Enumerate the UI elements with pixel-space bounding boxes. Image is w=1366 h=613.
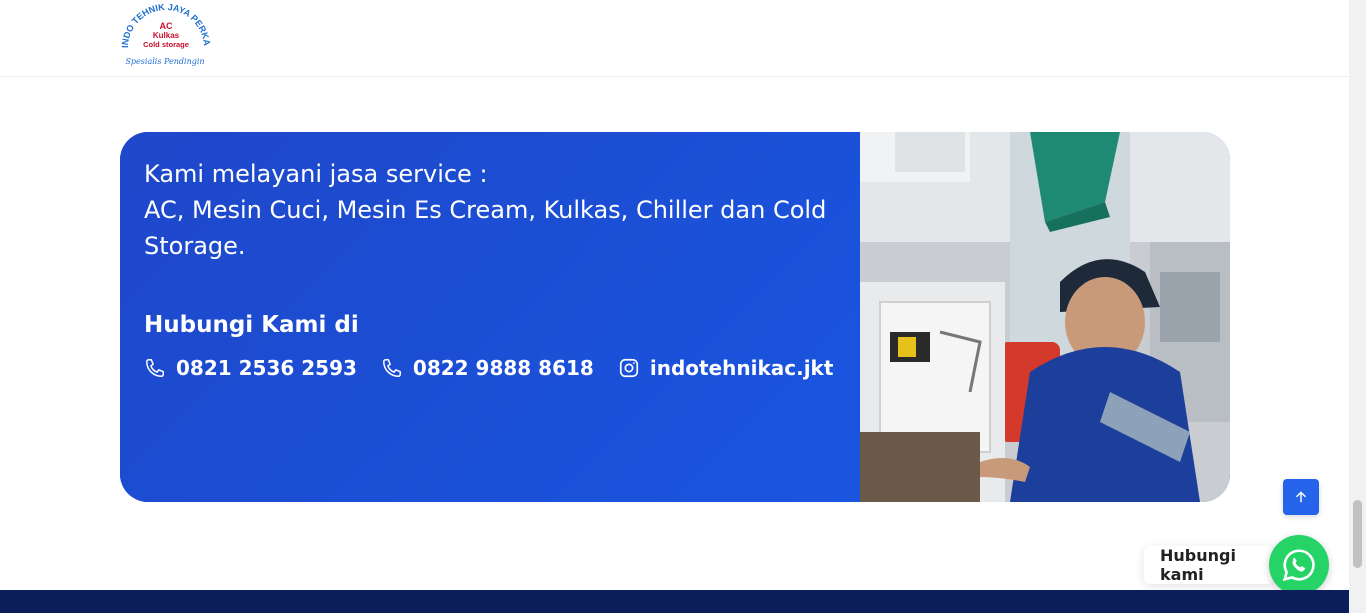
whatsapp-icon	[1282, 549, 1315, 582]
phone-icon	[382, 359, 401, 377]
whatsapp-chat-button[interactable]	[1269, 535, 1329, 595]
contact-instagram-text: indotehnikac.jkt	[649, 356, 834, 380]
logo-tagline: Spesialis Pendingin	[125, 57, 204, 66]
arrow-up-icon	[1296, 491, 1306, 503]
logo-line-ac: AC	[160, 21, 173, 31]
logo-line-kulkas: Kulkas	[153, 31, 180, 40]
phone-icon	[146, 359, 164, 377]
service-banner-text-panel: Kami melayani jasa service : AC, Mesin C…	[120, 132, 860, 502]
whatsapp-chat-label[interactable]: Hubungi kami	[1144, 546, 1274, 584]
back-to-top-button[interactable]	[1283, 479, 1319, 515]
contact-phone-1[interactable]: 0821 2536 2593	[144, 356, 357, 380]
scrollbar-thumb[interactable]	[1353, 500, 1362, 568]
page-scrollbar[interactable]	[1349, 0, 1366, 613]
site-header: INDO TEHNIK JAYA PERKASA AC Kulkas Cold …	[0, 0, 1349, 77]
contact-instagram[interactable]: indotehnikac.jkt	[618, 356, 834, 380]
contact-phone-2[interactable]: 0822 9888 8618	[381, 356, 594, 380]
contact-phone-1-text: 0821 2536 2593	[176, 356, 357, 380]
service-list-line-end: Storage.	[144, 232, 246, 260]
service-intro-line: Kami melayani jasa service :	[144, 160, 488, 188]
service-list-line: AC, Mesin Cuci, Mesin Es Cream, Kulkas, …	[144, 196, 827, 224]
contact-list: 0821 2536 2593 0822 9888 8618 indotehnik…	[144, 356, 857, 380]
technician-photo	[860, 132, 1230, 502]
contact-phone-2-text: 0822 9888 8618	[412, 356, 594, 380]
service-description: Kami melayani jasa service : AC, Mesin C…	[144, 156, 844, 264]
instagram-icon	[619, 358, 638, 378]
contact-heading: Hubungi Kami di	[144, 312, 359, 338]
footer-strip	[0, 590, 1349, 613]
company-logo[interactable]: INDO TEHNIK JAYA PERKASA AC Kulkas Cold …	[118, 2, 214, 70]
logo-line-cold-storage: Cold storage	[143, 40, 189, 49]
service-banner: Kami melayani jasa service : AC, Mesin C…	[120, 132, 1230, 502]
